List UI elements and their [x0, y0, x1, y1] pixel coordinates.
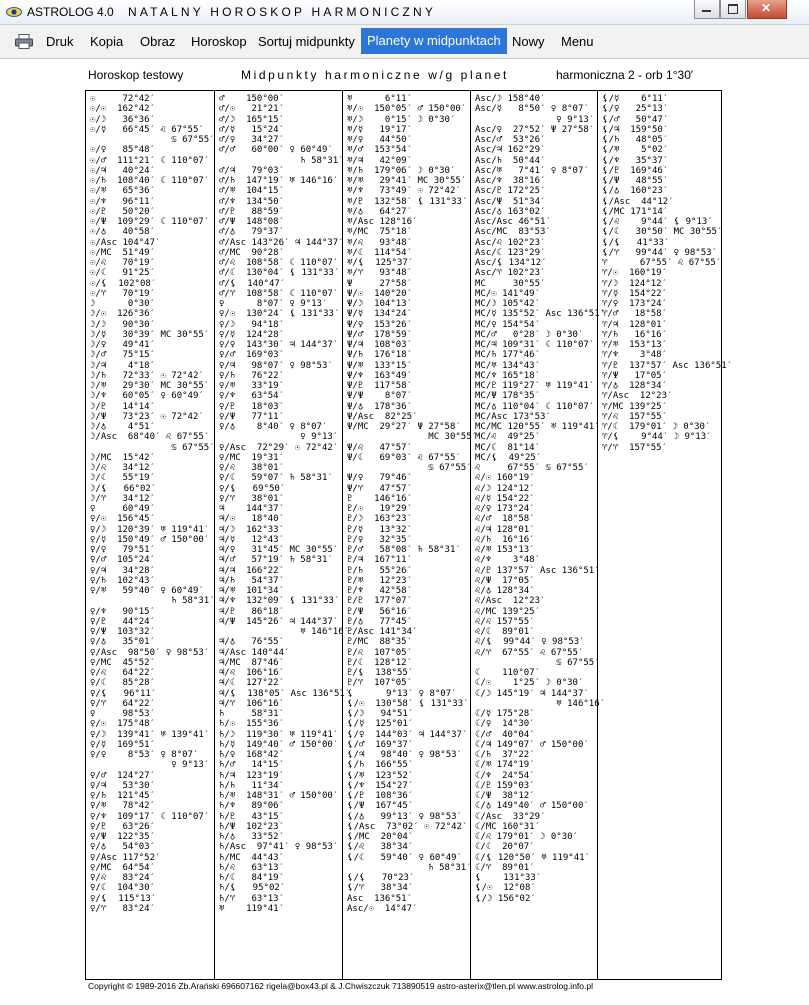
- menu-menu[interactable]: Menu: [561, 34, 594, 49]
- window-title: NATALNY HOROSKOP HARMONICZNY: [128, 5, 437, 19]
- column-4-text: Asc/☽ 158°40′ Asc/☿ 8°50′ ♀ 8°07′ ♀ 9°13…: [475, 94, 606, 904]
- table-column-3: ♅ 6°11′ ♅/☉ 150°05′ ♂ 150°00′ ♅/☽ 0°15′ …: [342, 91, 477, 979]
- close-icon: ✕: [761, 1, 772, 15]
- table-column-5: ⚸/☿ 6°11′ ⚸/♀ 25°13′ ⚸/♂ 50°47′ ⚸/♃ 159°…: [597, 91, 732, 979]
- column-2-text: ♂ 150°00′ ♂/☉ 21°21′ ♂/☽ 165°15′ ♂/☿ 15°…: [219, 94, 351, 914]
- menu-planety-w-midpunktach[interactable]: Planety w midpunktach: [361, 28, 507, 54]
- column-3-text: ♅ 6°11′ ♅/☉ 150°05′ ♂ 150°00′ ♅/☽ 0°15′ …: [347, 94, 478, 914]
- copyright-footer: Copyright © 1989-2016 Zb.Arański 6966071…: [88, 981, 593, 991]
- midpoint-table: ☉ 72°42′ ☉/☉ 162°42′ ☉/☽ 36°36′ ☉/☿ 66°4…: [85, 90, 732, 980]
- table-column-4: Asc/☽ 158°40′ Asc/☿ 8°50′ ♀ 8°07′ ♀ 9°13…: [470, 91, 605, 979]
- menu-horoskop[interactable]: Horoskop: [191, 34, 247, 49]
- table-column-2: ♂ 150°00′ ♂/☉ 21°21′ ♂/☽ 165°15′ ♂/☿ 15°…: [214, 91, 350, 979]
- menu-kopia[interactable]: Kopia: [90, 34, 123, 49]
- title-bar: ASTROLOG 4.0 NATALNY HOROSKOP HARMONICZN…: [0, 0, 809, 25]
- table-column-1: ☉ 72°42′ ☉/☉ 162°42′ ☉/☽ 36°36′ ☉/☿ 66°4…: [86, 91, 215, 979]
- eye-icon: [6, 7, 22, 17]
- close-button[interactable]: ✕: [747, 0, 787, 19]
- minimize-icon: [702, 10, 711, 12]
- maximize-icon: [728, 4, 738, 14]
- menu-bar: Druk Kopia Obraz Horoskop Sortuj midpunk…: [0, 25, 809, 59]
- chart-name: Horoskop testowy: [88, 68, 184, 82]
- printer-icon[interactable]: [15, 34, 33, 49]
- app-name: ASTROLOG 4.0: [27, 5, 114, 19]
- menu-sortuj-midpunkty[interactable]: Sortuj midpunkty: [258, 34, 355, 49]
- maximize-button[interactable]: [720, 0, 746, 19]
- menu-obraz[interactable]: Obraz: [140, 34, 175, 49]
- menu-nowy[interactable]: Nowy: [512, 34, 545, 49]
- column-5-text: ⚸/☿ 6°11′ ⚸/♀ 25°13′ ⚸/♂ 50°47′ ⚸/♃ 159°…: [602, 94, 733, 453]
- harmonic-info: harmoniczna 2 - orb 1°30′: [556, 68, 694, 82]
- column-1-text: ☉ 72°42′ ☉/☉ 162°42′ ☉/☽ 36°36′ ☉/☿ 66°4…: [90, 94, 215, 914]
- menu-druk[interactable]: Druk: [46, 34, 73, 49]
- report-title: Midpunkty harmoniczne w/g planet: [241, 68, 509, 82]
- minimize-button[interactable]: [694, 0, 720, 19]
